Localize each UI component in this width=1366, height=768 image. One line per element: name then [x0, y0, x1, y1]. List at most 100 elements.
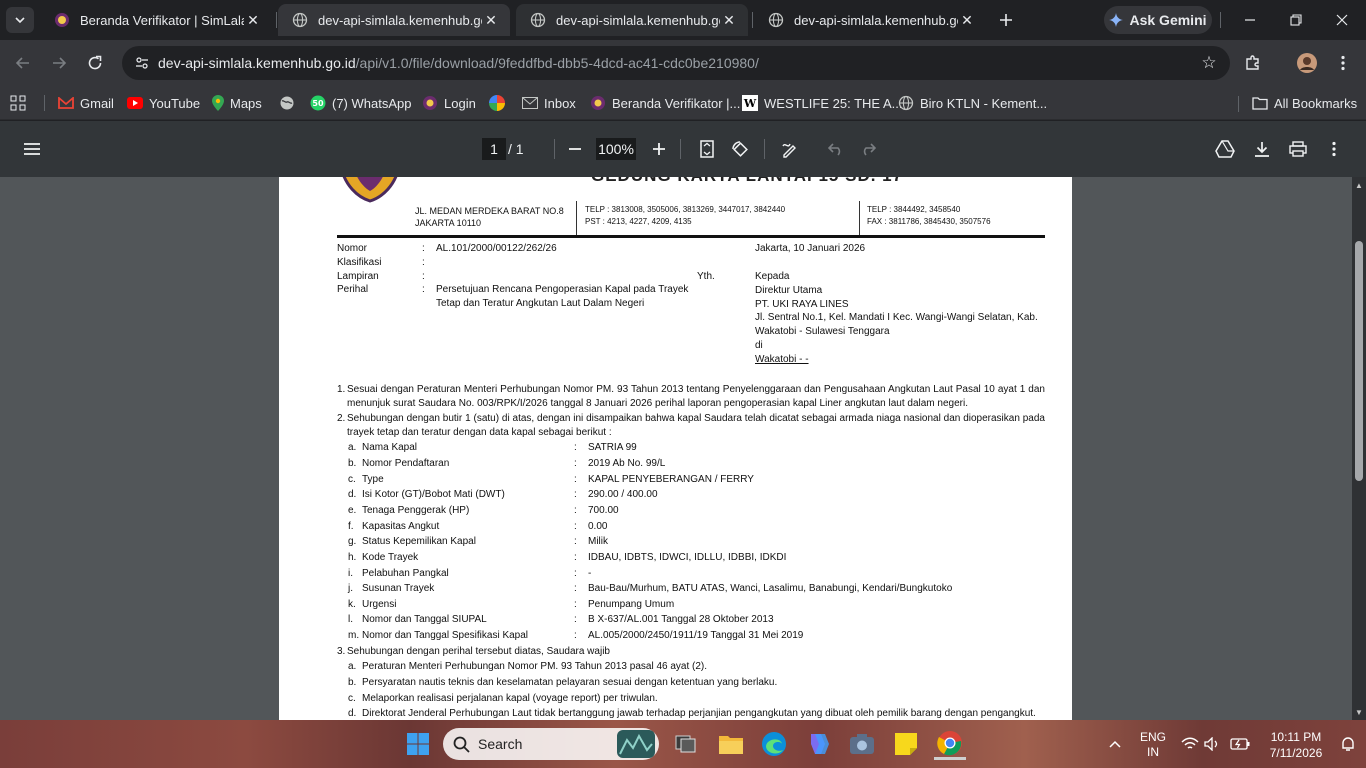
tab-beranda-verifikator[interactable]: Beranda Verifikator | SimLala ✕	[40, 4, 272, 36]
bookmark-beranda-verifikator[interactable]: Beranda Verifikator |...	[590, 92, 740, 114]
task-view-icon	[675, 735, 696, 753]
tab-dev-api-1[interactable]: dev-api-simlala.kemenhub.go.id ✕	[278, 4, 510, 36]
bookmark-label: Gmail	[80, 95, 114, 111]
tab-dev-api-2[interactable]: dev-api-simlala.kemenhub.go.id ✕	[516, 4, 748, 36]
scrollbar-thumb[interactable]	[1355, 241, 1363, 481]
bookmark-label: (7) WhatsApp	[332, 95, 412, 111]
drive-save-button[interactable]	[1213, 137, 1237, 161]
pdf-menu-button[interactable]	[20, 137, 44, 161]
draw-button[interactable]	[778, 137, 802, 161]
volume-icon[interactable]	[1202, 734, 1222, 754]
ship-field-value: Bau-Bau/Murhum, BATU ATAS, Wanci, Lasali…	[588, 583, 953, 594]
apps-button[interactable]	[10, 92, 26, 114]
pdf-more-button[interactable]	[1322, 137, 1346, 161]
download-button[interactable]	[1250, 137, 1274, 161]
letterhead-divider	[859, 201, 860, 235]
back-button[interactable]	[10, 50, 36, 76]
redo-button[interactable]	[856, 137, 880, 161]
url-text[interactable]: dev-api-simlala.kemenhub.go.id/api/v1.0/…	[158, 55, 759, 71]
chrome-menu-button[interactable]	[1330, 50, 1356, 76]
copilot-icon	[811, 734, 829, 754]
undo-button[interactable]	[824, 137, 848, 161]
scroll-up-icon[interactable]: ▲	[1354, 180, 1364, 190]
all-bookmarks-button[interactable]: All Bookmarks	[1252, 92, 1357, 114]
profile-avatar[interactable]	[1294, 50, 1320, 76]
bookmark-globe[interactable]	[279, 92, 295, 114]
taskbar-search[interactable]: Search	[443, 728, 659, 760]
file-explorer-button[interactable]	[715, 728, 747, 760]
notifications-icon[interactable]	[1338, 734, 1358, 754]
close-icon[interactable]: ✕	[720, 11, 738, 29]
new-tab-button[interactable]	[994, 8, 1018, 32]
page-number-input[interactable]: 1	[482, 138, 506, 160]
globe-icon	[898, 95, 914, 111]
colon: :	[574, 489, 577, 500]
ship-field-value: -	[588, 568, 592, 579]
whatsapp-icon: 50	[310, 95, 326, 111]
print-button[interactable]	[1286, 137, 1310, 161]
reload-button[interactable]	[82, 50, 108, 76]
camera-app-button[interactable]	[846, 728, 878, 760]
chevron-down-icon	[15, 17, 25, 24]
search-icon	[453, 736, 470, 753]
bookmark-biro-ktln[interactable]: Biro KTLN - Kement...	[898, 92, 1047, 114]
letterhead-phones-2: TELP : 3844492, 3458540 FAX : 3811786, 3…	[867, 204, 991, 227]
close-icon[interactable]: ✕	[958, 11, 976, 29]
minimize-button[interactable]	[1230, 6, 1270, 34]
zoom-in-button[interactable]	[647, 137, 671, 161]
perihal-value: Persetujuan Rencana Pengoperasian Kapal …	[436, 284, 689, 309]
bookmark-star-icon[interactable]: ☆	[1198, 52, 1220, 74]
close-window-button[interactable]	[1322, 6, 1362, 34]
bookmark-inbox[interactable]: Inbox	[522, 92, 576, 114]
sticky-notes-button[interactable]	[890, 728, 922, 760]
paragraph-1: 1. Sesuai dengan Peraturan Menteri Perhu…	[337, 383, 1045, 411]
clock[interactable]: 10:11 PM 7/11/2026	[1262, 729, 1330, 761]
pdf-scrollbar[interactable]: ▲ ▼	[1352, 177, 1366, 720]
bookmark-pinwheel[interactable]	[489, 92, 505, 114]
copilot-button[interactable]	[802, 728, 834, 760]
tab-separator	[752, 12, 753, 28]
start-button[interactable]	[402, 728, 434, 760]
extensions-button[interactable]	[1240, 50, 1266, 76]
close-icon[interactable]: ✕	[244, 11, 262, 29]
bookmark-whatsapp[interactable]: 50 (7) WhatsApp	[310, 92, 411, 114]
scroll-down-icon[interactable]: ▼	[1354, 707, 1364, 717]
tab-dev-api-3[interactable]: dev-api-simlala.kemenhub.go.id ✕	[754, 4, 986, 36]
zoom-out-button[interactable]	[563, 137, 587, 161]
forward-button[interactable]	[46, 50, 72, 76]
kemenhub-logo-icon	[342, 177, 398, 203]
bookmark-youtube[interactable]: YouTube	[127, 92, 200, 114]
bookmark-login[interactable]: Login	[422, 92, 476, 114]
tray-overflow-icon[interactable]	[1105, 734, 1125, 754]
address-bar[interactable]: dev-api-simlala.kemenhub.go.id/api/v1.0/…	[122, 46, 1230, 80]
chrome-taskbar-button[interactable]	[934, 728, 966, 760]
bookmark-gmail[interactable]: Gmail	[58, 92, 114, 114]
restore-button[interactable]	[1276, 6, 1316, 34]
download-icon	[1255, 142, 1269, 157]
colon: :	[574, 442, 577, 453]
perihal-label: Perihal	[337, 284, 369, 295]
recipient-line: Jl. Sentral No.1, Kel. Mandati I Kec. Wa…	[755, 312, 1038, 324]
battery-icon[interactable]	[1230, 734, 1250, 754]
ask-gemini-button[interactable]: Ask Gemini	[1104, 6, 1212, 34]
site-info-icon[interactable]	[130, 51, 154, 75]
ship-field-value: 0.00	[588, 521, 608, 532]
rotate-button[interactable]	[728, 137, 752, 161]
bookmark-westlife[interactable]: W WESTLIFE 25: THE A...	[742, 92, 902, 114]
ship-field-value: 290.00 / 400.00	[588, 489, 658, 500]
reload-icon	[88, 55, 102, 70]
language-indicator[interactable]: ENG IN	[1136, 730, 1170, 760]
wifi-icon[interactable]	[1180, 734, 1200, 754]
fax-label: FAX :	[867, 216, 887, 226]
zoom-level-input[interactable]: 100%	[596, 138, 636, 160]
bookmark-maps[interactable]: Maps	[212, 92, 262, 114]
edge-button[interactable]	[758, 728, 790, 760]
task-view-button[interactable]	[670, 728, 702, 760]
plus-icon	[653, 143, 665, 155]
fit-to-page-button[interactable]	[695, 137, 719, 161]
ship-field-value: AL.005/2000/2450/1911/19 Tanggal 31 Mei …	[588, 630, 804, 641]
close-icon[interactable]: ✕	[482, 11, 500, 29]
pdf-viewport[interactable]: GEDUNG KARYA LANTAI 15 SD. 17 JL. MEDAN …	[0, 177, 1352, 720]
letterhead-address: JL. MEDAN MERDEKA BARAT NO.8 JAKARTA 101…	[415, 205, 564, 229]
tab-search-button[interactable]	[6, 7, 34, 33]
